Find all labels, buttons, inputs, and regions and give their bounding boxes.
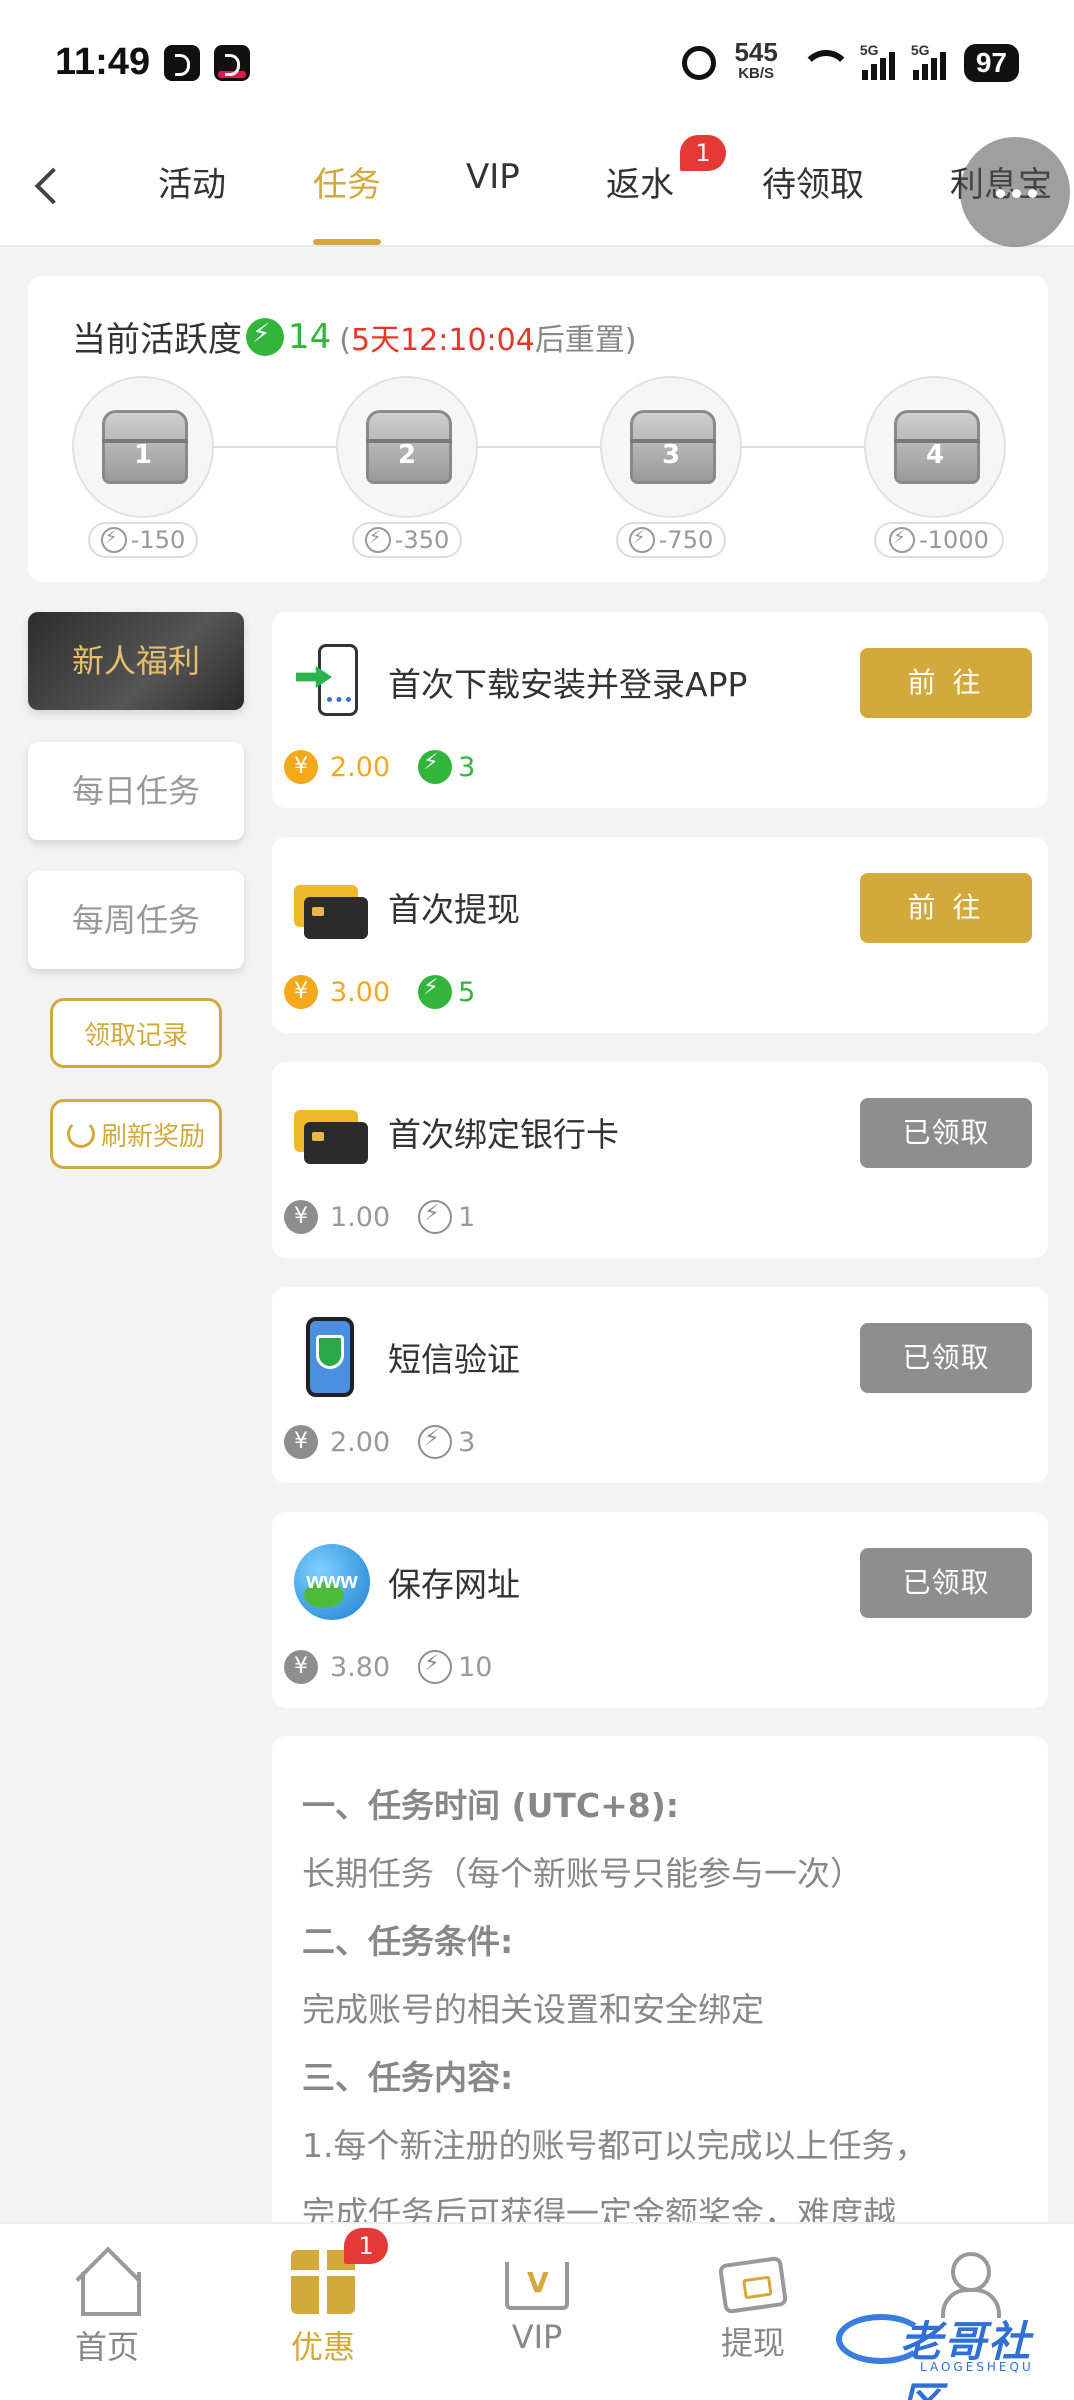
coin-icon: ¥ bbox=[284, 1650, 318, 1684]
crown-icon bbox=[505, 2262, 569, 2310]
bolt-icon bbox=[628, 527, 655, 553]
watermark-logo: 老哥社区 LAOGESHEQU bbox=[830, 2300, 1070, 2400]
bolt-icon bbox=[364, 527, 391, 553]
home-icon bbox=[75, 2250, 141, 2316]
task-title: 保存网址 bbox=[388, 1565, 520, 1604]
task-reward: ¥2.00 3 bbox=[284, 750, 475, 784]
rules-text: 长期任务（每个新账号只能参与一次） bbox=[302, 1854, 863, 1893]
status-bar: 11:49 545 KB/S 5G 5G 97 bbox=[0, 0, 1074, 125]
task-reward: ¥3.80 10 bbox=[284, 1650, 492, 1684]
battery-level: 97 bbox=[963, 43, 1019, 82]
download-app-icon bbox=[290, 640, 370, 720]
task-card: 首次提现 前 往 ¥3.00 5 bbox=[272, 837, 1048, 1033]
coin-icon: ¥ bbox=[284, 1425, 318, 1459]
activity-bolt-icon bbox=[246, 317, 284, 356]
chest-cost-3: -750 bbox=[616, 522, 726, 558]
reset-countdown: 5天12:10:04 bbox=[350, 322, 535, 358]
coin-icon: ¥ bbox=[284, 975, 318, 1009]
category-daily[interactable]: 每日任务 bbox=[28, 742, 244, 840]
refresh-reward-button[interactable]: 刷新奖励 bbox=[50, 1099, 222, 1169]
task-rules: 一、任务时间 (UTC+8): 长期任务（每个新账号只能参与一次） 二、任务条件… bbox=[272, 1736, 1048, 2256]
bolt-icon bbox=[418, 1200, 453, 1234]
signal-icon-2: 5G bbox=[911, 42, 946, 80]
nav-promotions[interactable]: 优惠 bbox=[248, 2250, 398, 2368]
bolt-icon bbox=[418, 1425, 453, 1459]
wallet-icon bbox=[717, 2255, 789, 2315]
activity-header: 当前活跃度 14 (5天12:10:04后重置) bbox=[72, 312, 637, 361]
task-reward: ¥1.00 1 bbox=[284, 1200, 475, 1234]
task-card: www 保存网址 已领取 ¥3.80 10 bbox=[272, 1512, 1048, 1708]
task-card: 首次绑定银行卡 已领取 ¥1.00 1 bbox=[272, 1062, 1048, 1258]
chest-cost-2: -350 bbox=[352, 522, 462, 558]
tiktok-app-icon bbox=[164, 44, 201, 81]
nav-home[interactable]: 首页 bbox=[32, 2250, 182, 2368]
activity-card: 当前活跃度 14 (5天12:10:04后重置) 1 2 3 4 -150 -3… bbox=[28, 276, 1048, 582]
category-newbie[interactable]: 新人福利 bbox=[28, 612, 244, 710]
tab-pending[interactable]: 待领取 bbox=[762, 157, 864, 206]
reward-chest-1[interactable]: 1 bbox=[72, 376, 214, 518]
status-time: 11:49 bbox=[55, 41, 151, 83]
task-card: 短信验证 已领取 ¥2.00 3 bbox=[272, 1287, 1048, 1483]
tiktok-lite-app-icon bbox=[214, 44, 251, 81]
task-card: 首次下载安装并登录APP 前 往 ¥2.00 3 bbox=[272, 612, 1048, 808]
back-arrow-icon[interactable] bbox=[32, 165, 62, 205]
task-title: 短信验证 bbox=[388, 1340, 520, 1379]
chest-cost-1: -150 bbox=[88, 522, 198, 558]
reset-info: (5天12:10:04后重置) bbox=[339, 322, 637, 358]
active-tab-indicator bbox=[313, 239, 381, 245]
www-globe-icon: www bbox=[290, 1540, 370, 1620]
bolt-icon bbox=[418, 1650, 453, 1684]
signal-icon-1: 5G bbox=[860, 42, 895, 80]
rules-heading: 三、任务内容: bbox=[302, 2058, 514, 2097]
task-go-button[interactable]: 前 往 bbox=[860, 648, 1032, 718]
rules-heading: 一、任务时间 (UTC+8): bbox=[302, 1786, 679, 1825]
nav-vip[interactable]: VIP bbox=[462, 2250, 612, 2356]
network-speed: 545 KB/S bbox=[734, 36, 778, 82]
wifi-icon bbox=[796, 48, 852, 78]
task-claimed-button[interactable]: 已领取 bbox=[860, 1323, 1032, 1393]
alarm-icon bbox=[682, 45, 717, 80]
bolt-icon bbox=[100, 527, 127, 553]
task-title: 首次下载安装并登录APP bbox=[388, 665, 748, 704]
task-claimed-button[interactable]: 已领取 bbox=[860, 1098, 1032, 1168]
sms-shield-icon bbox=[290, 1315, 370, 1397]
activity-label: 当前活跃度 bbox=[72, 320, 242, 360]
reward-chest-2[interactable]: 2 bbox=[336, 376, 478, 518]
promotions-badge: 1 bbox=[344, 2228, 388, 2264]
tab-tasks[interactable]: 任务 bbox=[313, 157, 381, 206]
coin-icon: ¥ bbox=[284, 750, 318, 784]
reward-chest-3[interactable]: 3 bbox=[600, 376, 742, 518]
chest-cost-4: -1000 bbox=[874, 522, 1004, 558]
tab-vip[interactable]: VIP bbox=[466, 157, 520, 197]
task-reward: ¥2.00 3 bbox=[284, 1425, 475, 1459]
task-reward: ¥3.00 5 bbox=[284, 975, 475, 1009]
nav-withdraw[interactable]: 提现 bbox=[678, 2250, 828, 2364]
rules-text: 完成账号的相关设置和安全绑定 bbox=[302, 1990, 764, 2029]
rebate-badge: 1 bbox=[680, 135, 726, 171]
refresh-icon bbox=[66, 1120, 95, 1148]
tab-activity[interactable]: 活动 bbox=[158, 157, 226, 206]
top-tab-bar: 活动 任务 VIP 返水 1 待领取 利息宝 bbox=[0, 125, 1074, 247]
bank-card-icon bbox=[290, 1090, 370, 1170]
bolt-icon bbox=[418, 975, 453, 1009]
tab-rebate[interactable]: 返水 bbox=[606, 157, 674, 206]
task-go-button[interactable]: 前 往 bbox=[860, 873, 1032, 943]
category-weekly[interactable]: 每周任务 bbox=[28, 871, 244, 969]
floating-menu-button[interactable] bbox=[960, 137, 1070, 247]
activity-value: 14 bbox=[288, 316, 332, 357]
task-title: 首次绑定银行卡 bbox=[388, 1115, 619, 1154]
bank-card-icon bbox=[290, 865, 370, 945]
reward-chest-4[interactable]: 4 bbox=[864, 376, 1006, 518]
coin-icon: ¥ bbox=[284, 1200, 318, 1234]
rules-text: 1.每个新注册的账号都可以完成以上任务， bbox=[302, 2126, 928, 2165]
bolt-icon bbox=[418, 750, 453, 784]
task-claimed-button[interactable]: 已领取 bbox=[860, 1548, 1032, 1618]
claim-record-button[interactable]: 领取记录 bbox=[50, 998, 222, 1068]
task-title: 首次提现 bbox=[388, 890, 520, 929]
rules-heading: 二、任务条件: bbox=[302, 1922, 514, 1961]
bolt-icon bbox=[889, 527, 916, 553]
